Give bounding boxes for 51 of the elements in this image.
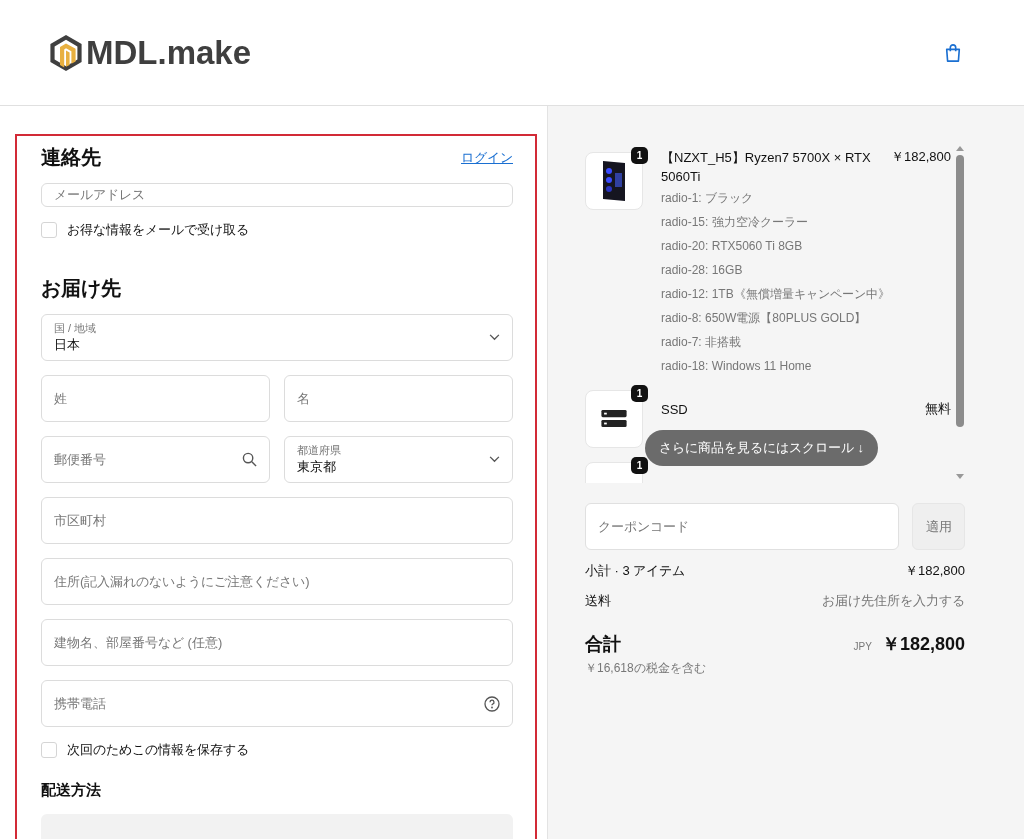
shipping-label: 送料 — [585, 592, 611, 610]
quantity-badge: 1 — [631, 385, 648, 402]
product-option: radio-18: Windows 11 Home — [661, 354, 951, 378]
chevron-down-icon — [489, 334, 500, 341]
input-field[interactable]: 建物名、部屋番号など (任意) — [41, 619, 513, 666]
checkbox[interactable] — [41, 222, 57, 238]
search-icon[interactable] — [242, 452, 257, 467]
product-name: SSD — [661, 401, 689, 419]
select-field[interactable]: 都道府県 東京都 — [284, 436, 513, 483]
subtotal-value: ￥182,800 — [905, 562, 965, 580]
input-field[interactable]: 郵便番号 — [41, 436, 270, 483]
product-option: radio-8: 650W電源【80PLUS GOLD】 — [661, 306, 951, 330]
product-option: radio-12: 1TB《無償増量キャンペーン中》 — [661, 282, 951, 306]
logo-text[interactable]: MDL.make — [86, 33, 252, 72]
tax-note: ￥16,618の税金を含む — [585, 660, 707, 677]
shopping-bag-icon[interactable] — [944, 42, 962, 63]
input-field[interactable]: 姓 — [41, 375, 270, 422]
product-option: radio-7: 非搭載 — [661, 330, 951, 354]
checkbox-label: お得な情報をメールで受け取る — [67, 221, 249, 239]
input-field[interactable]: 市区町村 — [41, 497, 513, 544]
subtotal-label: 小計 · 3 アイテム — [585, 562, 686, 580]
storage-drive-icon — [601, 410, 627, 428]
input-field[interactable]: 住所(記入漏れのないようにご注意ください) — [41, 558, 513, 605]
total-label: 合計 — [585, 633, 621, 656]
help-icon[interactable] — [484, 695, 500, 712]
product-price: ￥182,800 — [891, 148, 951, 166]
product-price: 無料 — [925, 400, 951, 418]
quantity-badge: 1 — [631, 457, 648, 474]
coupon-field[interactable]: クーポンコード — [585, 503, 899, 550]
checkbox-label: 次回のためこの情報を保存する — [67, 741, 249, 759]
product-option: radio-20: RTX5060 Ti 8GB — [661, 234, 951, 258]
input-field[interactable]: 名 — [284, 375, 513, 422]
chevron-down-icon — [489, 456, 500, 463]
product-name: 【NZXT_H5】Ryzen7 5700X × RTX 5060Ti — [661, 149, 872, 186]
product-option: radio-15: 強力空冷クーラー — [661, 210, 951, 234]
section-title: 配送方法 — [41, 781, 102, 800]
product-option: radio-1: ブラック — [661, 186, 951, 210]
currency-code: JPY — [853, 641, 872, 652]
section-title: 連絡先 — [41, 145, 101, 170]
email-field[interactable]: メールアドレス — [41, 183, 513, 207]
login-link[interactable]: ログイン — [461, 148, 513, 167]
apply-button[interactable]: 適用 — [912, 503, 965, 550]
checkbox[interactable] — [41, 742, 57, 758]
total-value: ￥182,800 — [881, 633, 965, 656]
section-title: お届け先 — [41, 276, 122, 301]
quantity-badge: 1 — [631, 147, 648, 164]
product-option: radio-28: 16GB — [661, 258, 951, 282]
select-field[interactable]: 国 / 地域 日本 — [41, 314, 513, 361]
shipping-value: お届け先住所を入力する — [822, 592, 965, 610]
input-field[interactable]: 携帯電話 — [41, 680, 513, 727]
scroll-hint-toast[interactable]: さらに商品を見るにはスクロール ↓ — [645, 430, 879, 466]
